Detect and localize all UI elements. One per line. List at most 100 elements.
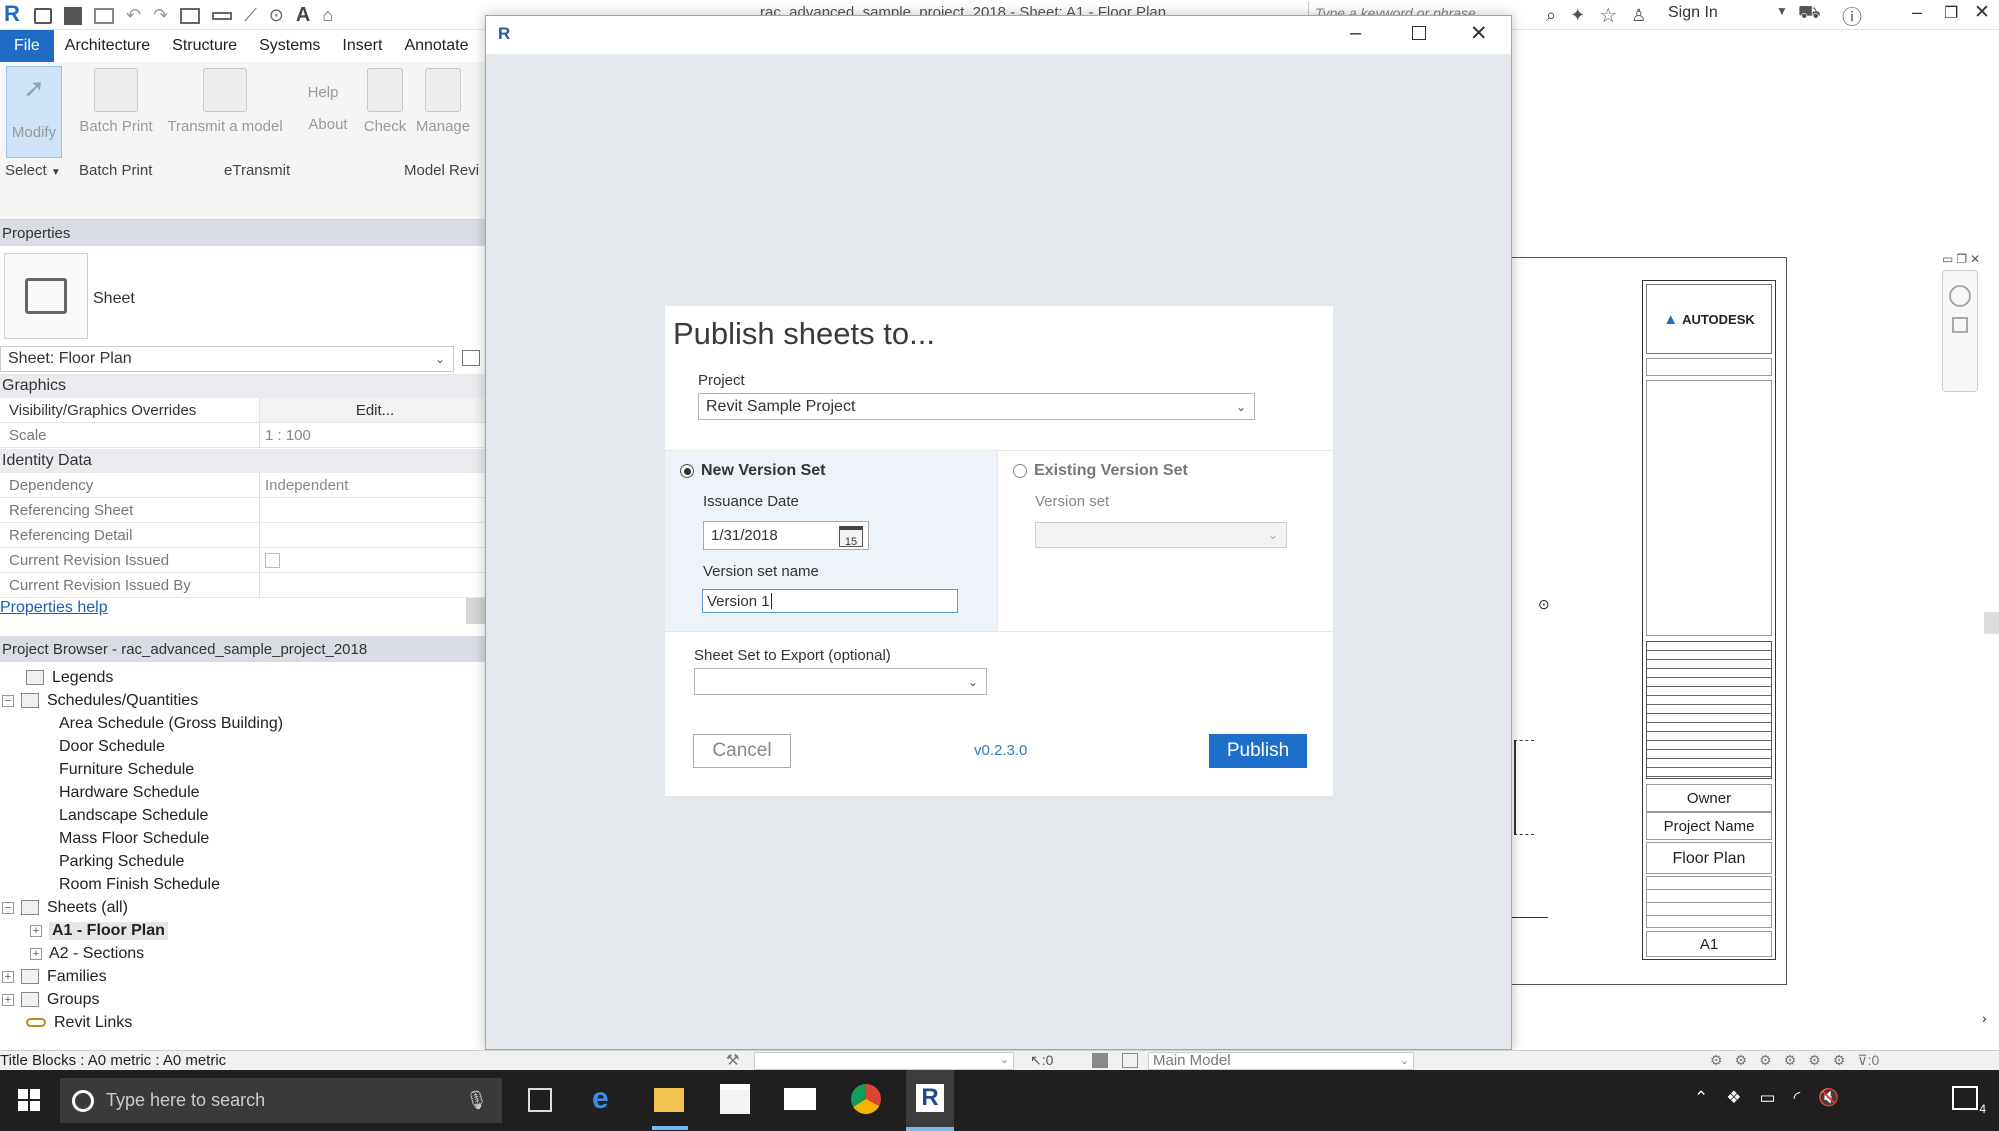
tree-item-schedule[interactable]: Hardware Schedule (59, 781, 200, 804)
app-close-icon[interactable]: ✕ (1974, 1, 1990, 24)
select-links-icon[interactable]: ⚙ (1710, 1052, 1723, 1069)
calendar-icon[interactable]: 15 (839, 526, 863, 548)
tree-item-legends[interactable]: Legends (26, 666, 113, 689)
project-select[interactable]: Revit Sample Project ⌄ (698, 393, 1255, 420)
sheet-set-select[interactable]: ⌄ (694, 668, 987, 695)
tab-systems[interactable]: Systems (248, 30, 331, 62)
mail-icon[interactable] (784, 1088, 816, 1110)
expand-icon[interactable]: + (30, 947, 42, 960)
revision-issued-checkbox[interactable] (265, 552, 280, 568)
tag-icon[interactable]: ⊙ (269, 5, 284, 26)
tab-architecture[interactable]: Architecture (54, 30, 161, 62)
workset-select[interactable]: ⌄ (754, 1052, 1014, 1070)
app-minimize-icon[interactable]: – (1912, 2, 1922, 23)
vertical-scrollbar-thumb[interactable] (1984, 612, 1999, 634)
drawing-canvas[interactable]: ▲rac_advanced_sample_project_2018 - Shee… (1512, 220, 1999, 1050)
chrome-icon[interactable] (851, 1084, 881, 1114)
edge-icon[interactable]: e (592, 1082, 609, 1116)
revit-logo-icon[interactable]: R (4, 3, 24, 25)
steering-wheel-icon[interactable] (1949, 285, 1971, 307)
edit-overrides-button[interactable]: Edit... (260, 398, 490, 422)
help-icon[interactable]: ⓘ (1842, 1, 1862, 30)
transmit-model-button[interactable]: Transmit a model (162, 68, 288, 135)
tree-item-schedule[interactable]: Parking Schedule (59, 850, 184, 873)
expand-icon[interactable]: + (2, 970, 14, 983)
dialog-minimize-icon[interactable]: – (1350, 22, 1361, 45)
tree-item-groups[interactable]: + Groups (2, 988, 99, 1011)
wifi-icon[interactable]: ◜ (1794, 1088, 1801, 1108)
select-pinned-icon[interactable]: ⚙ (1759, 1052, 1772, 1069)
check-button[interactable]: Check (360, 68, 410, 135)
filter-icon[interactable]: ⊽:0 (1857, 1052, 1879, 1069)
properties-help-link[interactable]: Properties help (0, 599, 108, 617)
view-window-controls[interactable]: ▭❐✕ (1942, 252, 1983, 266)
issuance-date-input[interactable]: 1/31/2018 15 (703, 521, 869, 550)
revit-taskbar-button[interactable]: R (906, 1070, 954, 1131)
worksharing-icon[interactable]: ⚒ (726, 1051, 739, 1069)
dialog-maximize-icon[interactable] (1412, 26, 1426, 40)
tree-item-schedule[interactable]: Landscape Schedule (59, 804, 208, 827)
help-button[interactable]: Help (302, 84, 344, 101)
navigation-bar[interactable] (1942, 270, 1978, 392)
tree-item-schedule[interactable]: Area Schedule (Gross Building) (59, 712, 283, 735)
binoculars-icon[interactable]: ⌕ (1546, 5, 1556, 26)
dropbox-icon[interactable]: ❖ (1726, 1088, 1741, 1108)
windows-start-icon[interactable] (18, 1089, 40, 1111)
battery-icon[interactable]: ▭ (1760, 1088, 1776, 1108)
task-view-icon[interactable] (528, 1088, 552, 1112)
publish-button[interactable]: Publish (1209, 734, 1307, 768)
tab-annotate[interactable]: Annotate (393, 30, 479, 62)
collapse-icon[interactable]: − (2, 901, 14, 914)
open-icon[interactable] (34, 7, 52, 24)
user-icon[interactable]: ♙ (1631, 6, 1646, 26)
action-center-icon[interactable]: 4 (1952, 1086, 1986, 1116)
scroll-right-icon[interactable]: › (1982, 1010, 1987, 1026)
star-icon[interactable]: ☆ (1599, 3, 1617, 28)
select-underlay-icon[interactable]: ⚙ (1735, 1052, 1748, 1069)
volume-mute-icon[interactable]: 🔇 (1818, 1088, 1839, 1108)
expand-icon[interactable]: + (30, 924, 42, 937)
sync-icon[interactable] (94, 7, 114, 24)
group-select[interactable]: Select ▼ (5, 162, 61, 179)
tree-item-sheet-a2[interactable]: + A2 - Sections (30, 942, 144, 965)
satellite-icon[interactable]: ✦ (1570, 5, 1585, 26)
tree-item-families[interactable]: + Families (2, 965, 107, 988)
tree-item-schedule[interactable]: Mass Floor Schedule (59, 827, 209, 850)
tree-item-schedules[interactable]: − Schedules/Quantities (2, 689, 198, 712)
tab-file[interactable]: File (0, 30, 54, 62)
measure-icon[interactable] (212, 11, 233, 20)
text-icon[interactable]: A (296, 4, 310, 27)
redo-icon[interactable]: ↷ (153, 5, 168, 26)
dialog-close-icon[interactable]: ✕ (1470, 21, 1488, 46)
version-set-select[interactable]: ⌄ (1035, 522, 1287, 548)
batch-print-button[interactable]: Batch Print (72, 68, 160, 135)
cancel-button[interactable]: Cancel (693, 734, 791, 768)
store-icon[interactable] (720, 1084, 750, 1114)
sign-in-link[interactable]: Sign In (1668, 4, 1718, 22)
drag-elements-icon[interactable]: ⚙ (1808, 1052, 1821, 1069)
tree-item-schedule[interactable]: Furniture Schedule (59, 758, 194, 781)
scale-value[interactable]: 1 : 100 (260, 423, 490, 447)
version-set-name-input[interactable]: Version 1 (702, 589, 958, 613)
tree-item-revit-links[interactable]: Revit Links (26, 1011, 132, 1034)
about-button[interactable]: About (302, 116, 354, 133)
manage-button[interactable]: Manage (412, 68, 474, 135)
tree-item-sheets[interactable]: − Sheets (all) (2, 896, 128, 919)
collapse-icon[interactable]: − (2, 694, 14, 707)
model-icon[interactable] (1122, 1053, 1138, 1068)
tree-item-sheet-a1[interactable]: + A1 - Floor Plan (30, 919, 168, 942)
save-icon[interactable] (64, 6, 82, 25)
new-version-set-radio[interactable]: New Version Set (680, 462, 826, 480)
edit-type-icon[interactable] (462, 350, 480, 366)
file-explorer-icon[interactable] (654, 1088, 684, 1112)
select-face-icon[interactable]: ⚙ (1784, 1052, 1797, 1069)
print-icon[interactable] (180, 7, 201, 24)
undo-icon[interactable]: ↶ (126, 5, 141, 26)
design-options-icon[interactable] (1092, 1053, 1108, 1068)
sign-in-dropdown-icon[interactable]: ▼ (1776, 4, 1788, 18)
background-process-icon[interactable]: ⚙ (1833, 1052, 1846, 1069)
existing-version-set-radio[interactable]: Existing Version Set (1013, 462, 1188, 480)
design-option-select[interactable]: Main Model ⌄ (1148, 1052, 1414, 1070)
microphone-icon[interactable]: 🎙 (465, 1090, 488, 1111)
taskbar-search[interactable]: Type here to search 🎙 (60, 1078, 502, 1123)
